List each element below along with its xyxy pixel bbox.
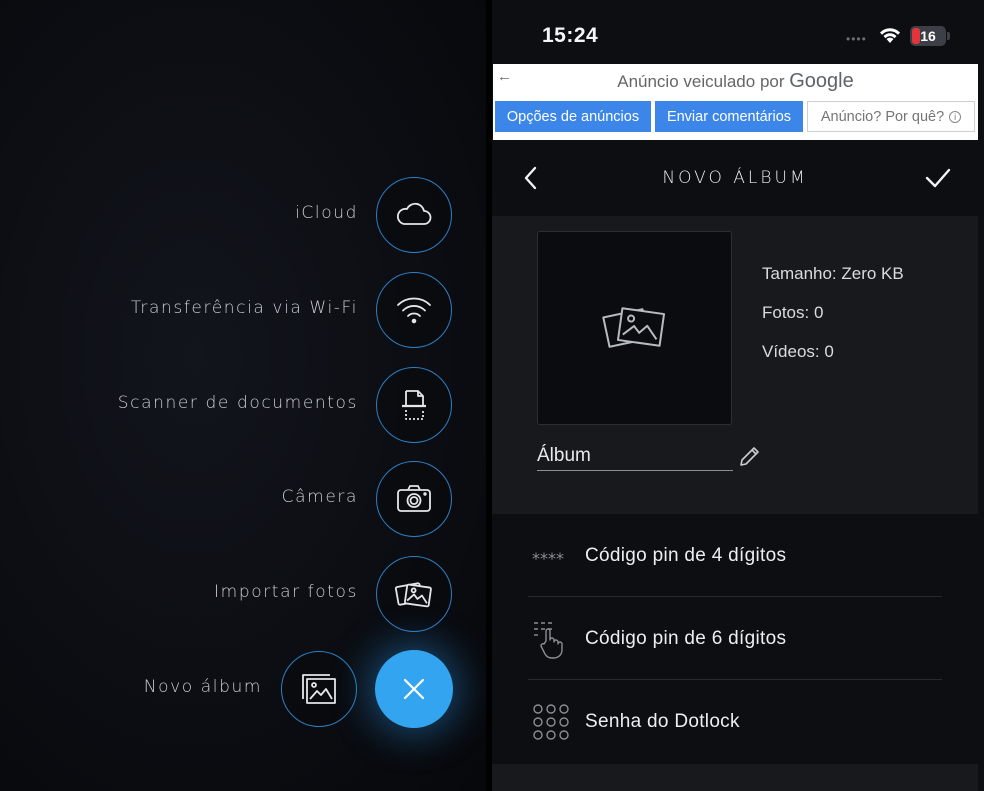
cloud-icon[interactable] <box>376 177 452 253</box>
battery-cap <box>947 32 950 40</box>
album-icon[interactable] <box>281 651 357 727</box>
album-cover-picker[interactable] <box>537 231 732 425</box>
lock-option-pin-4[interactable]: **** Código pin de 4 dígitos <box>528 514 942 597</box>
ad-options-button[interactable]: Opções de anúncios <box>495 101 651 132</box>
photos-icon[interactable] <box>376 556 452 632</box>
menu-item-import-photos[interactable]: Importar fotos <box>0 556 486 632</box>
send-feedback-button[interactable]: Enviar comentários <box>655 101 803 132</box>
lock-option-pin-6[interactable]: Código pin de 6 dígitos <box>528 597 942 680</box>
navigation-bar: NOVO ÁLBUM <box>492 140 984 216</box>
menu-item-icloud[interactable]: iCloud <box>0 177 486 253</box>
dotlock-icon <box>533 704 569 740</box>
menu-item-label: iCloud <box>295 203 358 223</box>
lock-option-label: Código pin de 6 dígitos <box>585 628 787 649</box>
page-title: NOVO ÁLBUM <box>662 168 808 188</box>
status-bar: 15:24 •••• 16 <box>492 0 984 64</box>
status-time: 15:24 <box>542 24 599 47</box>
floating-action-menu: iCloud Transferência via Wi-Fi Scanner d… <box>0 0 486 791</box>
close-icon <box>403 678 425 700</box>
lock-option-dotlock[interactable]: Senha do Dotlock <box>528 680 942 763</box>
menu-item-document-scanner[interactable]: Scanner de documentos <box>0 367 486 443</box>
why-this-ad-label: Anúncio? Por quê? <box>820 108 945 125</box>
menu-item-camera[interactable]: Câmera <box>0 461 486 537</box>
album-size: Tamanho: Zero KB <box>762 264 904 283</box>
menu-item-wifi-transfer[interactable]: Transferência via Wi-Fi <box>0 272 486 348</box>
ad-title-prefix: Anúncio veiculado por <box>617 72 785 91</box>
album-details: Tamanho: Zero KB Fotos: 0 Vídeos: 0 Álbu… <box>492 216 978 514</box>
album-video-count: Vídeos: 0 <box>762 342 834 361</box>
lock-option-label: Senha do Dotlock <box>585 711 740 732</box>
pencil-icon[interactable] <box>738 444 760 468</box>
google-logo-text: Google <box>789 70 854 92</box>
camera-icon[interactable] <box>376 461 452 537</box>
why-this-ad-button[interactable]: Anúncio? Por quê? i <box>807 101 975 132</box>
menu-item-label: Câmera <box>281 487 358 507</box>
menu-item-label: Novo álbum <box>143 677 262 697</box>
close-menu-button[interactable] <box>375 650 453 728</box>
wifi-status-icon <box>880 28 900 43</box>
pin-6-icon <box>534 622 563 659</box>
battery-percent: 16 <box>920 28 936 44</box>
svg-text:****: **** <box>532 549 564 568</box>
image-placeholder-icon <box>601 307 665 348</box>
menu-item-label: Importar fotos <box>214 582 358 602</box>
menu-item-label: Transferência via Wi-Fi <box>130 298 358 318</box>
lock-type-list: **** Código pin de 4 dígitos Código pin … <box>492 514 978 764</box>
album-name-field[interactable]: Álbum <box>537 445 733 471</box>
album-photo-count: Fotos: 0 <box>762 303 824 322</box>
battery-icon: 16 <box>910 26 946 46</box>
pin-4-icon: **** <box>532 549 564 568</box>
wifi-icon[interactable] <box>376 272 452 348</box>
checkmark-icon[interactable] <box>924 166 952 190</box>
lock-option-label: Código pin de 4 dígitos <box>585 545 787 566</box>
bottom-section <box>492 764 978 791</box>
info-icon: i <box>949 110 962 123</box>
document-scanner-icon[interactable] <box>376 367 452 443</box>
ad-banner: ← Anúncio veiculado por Google Opções de… <box>493 64 978 140</box>
new-album-screen: 15:24 •••• 16 ← Anúncio veiculado por Go… <box>492 0 984 791</box>
signal-icon: •••• <box>846 32 867 46</box>
menu-item-label: Scanner de documentos <box>117 393 358 413</box>
ad-title: Anúncio veiculado por Google <box>493 70 978 93</box>
